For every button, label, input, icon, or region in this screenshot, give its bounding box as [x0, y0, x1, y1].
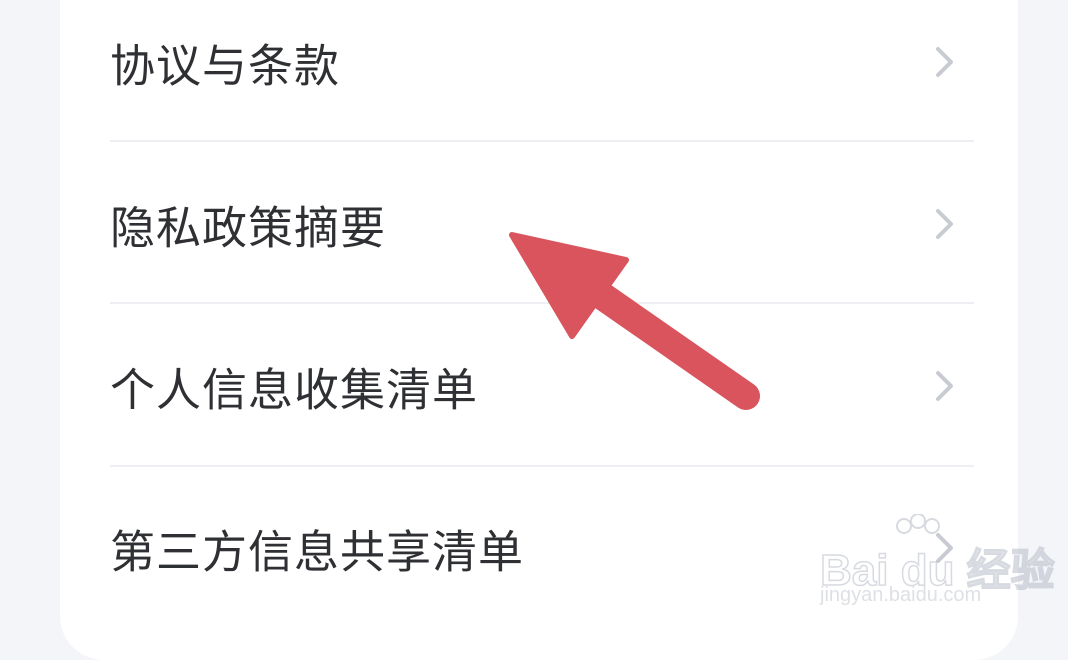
chevron-right-icon [936, 371, 953, 401]
chevron-right-icon [936, 47, 953, 77]
menu-item-terms[interactable]: 协议与条款 [110, 2, 974, 122]
menu-item-label: 个人信息收集清单 [110, 363, 479, 417]
menu-item-personal-info-list[interactable]: 个人信息收集清单 [110, 326, 974, 446]
divider [110, 302, 974, 304]
divider [110, 140, 974, 142]
menu-item-label: 隐私政策摘要 [110, 201, 387, 255]
menu-item-privacy-summary[interactable]: 隐私政策摘要 [110, 164, 974, 284]
watermark-url: jingyan.baidu.com [820, 584, 982, 606]
chevron-right-icon [936, 209, 953, 239]
menu-item-label: 第三方信息共享清单 [110, 525, 525, 579]
menu-item-label: 协议与条款 [110, 39, 341, 93]
divider [110, 465, 974, 467]
baidu-jingyan-watermark: Bai du 经验 jingyan.baidu.com [818, 514, 1055, 614]
